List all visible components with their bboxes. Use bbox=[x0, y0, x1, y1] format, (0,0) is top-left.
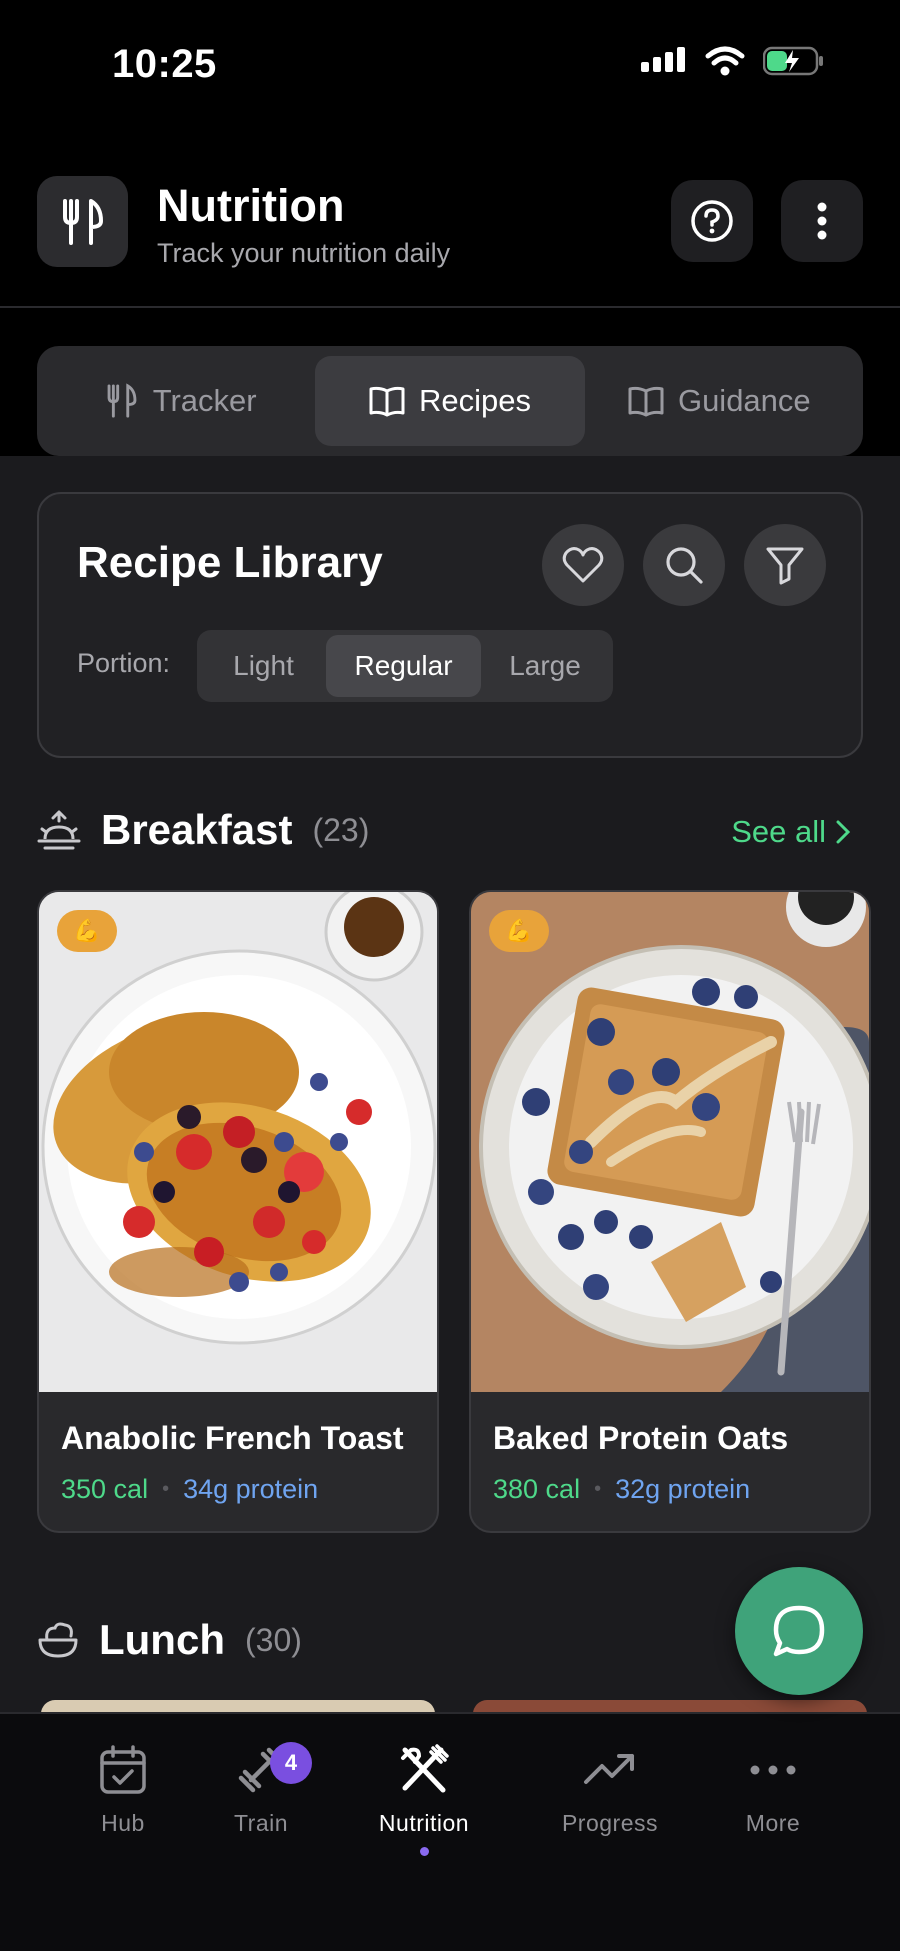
lunch-recipe-preview[interactable] bbox=[41, 1700, 435, 1712]
chat-fab-button[interactable] bbox=[735, 1567, 863, 1695]
breakfast-title: Breakfast bbox=[101, 806, 293, 853]
recipe-protein: 32g protein bbox=[615, 1474, 751, 1504]
nav-hub-label: Hub bbox=[101, 1810, 145, 1836]
section-tabs-bar: Tracker Recipes Guidance bbox=[0, 310, 900, 456]
filter-icon bbox=[766, 547, 804, 585]
app-header: Nutrition Track your nutrition daily bbox=[0, 130, 900, 308]
more-vertical-icon bbox=[817, 202, 827, 240]
tab-recipes-label: Recipes bbox=[418, 383, 531, 418]
separator-dot: • bbox=[594, 1478, 602, 1500]
utensils-icon bbox=[107, 383, 137, 418]
fork-knife-crossed-icon bbox=[401, 1744, 449, 1793]
high-protein-badge: 💪 bbox=[57, 910, 117, 952]
recipe-protein: 34g protein bbox=[183, 1474, 319, 1504]
page-title: Nutrition bbox=[157, 180, 345, 231]
breakfast-section-header: Breakfast (23) bbox=[37, 806, 369, 854]
tab-guidance-label: Guidance bbox=[677, 383, 811, 418]
more-options-button[interactable] bbox=[781, 180, 863, 262]
portion-selector: Light Regular Large bbox=[197, 630, 613, 702]
chat-bubble-icon bbox=[773, 1605, 825, 1657]
recipe-name: Anabolic French Toast bbox=[61, 1420, 404, 1456]
favorites-button[interactable] bbox=[542, 524, 624, 606]
breakfast-see-all-link[interactable]: See all bbox=[731, 814, 850, 850]
salad-bowl-icon bbox=[38, 1622, 78, 1658]
tab-recipes[interactable]: Recipes bbox=[315, 356, 585, 446]
filter-button[interactable] bbox=[744, 524, 826, 606]
more-horizontal-icon bbox=[750, 1765, 796, 1775]
recipes-content[interactable]: Recipe Library Portion: Light Regular La… bbox=[0, 456, 900, 1712]
book-icon bbox=[628, 386, 664, 417]
nav-more-label: More bbox=[745, 1810, 801, 1836]
recipe-meta: 350 cal • 34g protein bbox=[61, 1474, 318, 1505]
recipe-calories: 350 cal bbox=[61, 1474, 149, 1504]
nav-nutrition[interactable]: Nutrition bbox=[349, 1744, 499, 1856]
recipe-card-baked-protein-oats[interactable]: 💪 Baked Protein Oats 380 cal • 32g prote… bbox=[469, 890, 871, 1533]
nav-train-label: Train bbox=[233, 1810, 289, 1836]
status-time: 10:25 bbox=[112, 42, 217, 86]
nav-more[interactable]: More bbox=[698, 1744, 848, 1837]
book-icon bbox=[369, 386, 405, 417]
nav-progress-label: Progress bbox=[561, 1810, 659, 1836]
search-icon bbox=[666, 547, 703, 584]
section-tabs: Tracker Recipes Guidance bbox=[37, 346, 863, 456]
portion-large[interactable]: Large bbox=[481, 635, 609, 697]
page-subtitle: Track your nutrition daily bbox=[157, 238, 451, 268]
calendar-check-icon bbox=[100, 1745, 146, 1794]
tab-tracker[interactable]: Tracker bbox=[46, 356, 315, 446]
portion-light[interactable]: Light bbox=[201, 635, 326, 697]
recipe-library-card: Recipe Library Portion: Light Regular La… bbox=[37, 492, 863, 758]
separator-dot: • bbox=[162, 1478, 170, 1500]
lunch-recipe-preview[interactable] bbox=[473, 1700, 867, 1712]
help-button[interactable] bbox=[671, 180, 753, 262]
recipe-meta: 380 cal • 32g protein bbox=[493, 1474, 750, 1505]
breakfast-count: (23) bbox=[312, 811, 370, 848]
sunrise-icon bbox=[37, 810, 81, 850]
help-circle-icon bbox=[691, 200, 733, 242]
portion-label: Portion: bbox=[77, 648, 171, 678]
utensils-icon bbox=[62, 198, 103, 245]
lunch-title: Lunch bbox=[99, 1616, 225, 1663]
high-protein-badge: 💪 bbox=[489, 910, 549, 952]
search-button[interactable] bbox=[643, 524, 725, 606]
nav-train[interactable]: Train 4 bbox=[186, 1742, 336, 1837]
lunch-section-header: Lunch (30) bbox=[37, 1616, 302, 1664]
nav-hub[interactable]: Hub bbox=[48, 1744, 198, 1837]
french-toast-image bbox=[39, 892, 437, 1392]
nav-progress[interactable]: Progress bbox=[535, 1744, 685, 1837]
recipe-name: Baked Protein Oats bbox=[493, 1420, 789, 1456]
trending-up-icon bbox=[584, 1754, 634, 1784]
heart-icon bbox=[562, 547, 604, 583]
portion-regular[interactable]: Regular bbox=[326, 635, 481, 697]
see-all-label: See all bbox=[731, 814, 826, 849]
train-notification-badge: 4 bbox=[270, 1742, 312, 1784]
baked-oats-image bbox=[471, 892, 869, 1392]
tab-tracker-label: Tracker bbox=[152, 383, 257, 418]
lunch-count: (30) bbox=[244, 1621, 302, 1658]
status-icons bbox=[641, 46, 825, 76]
cellular-signal-icon bbox=[641, 47, 685, 72]
chevron-right-icon bbox=[836, 820, 850, 844]
tab-guidance[interactable]: Guidance bbox=[585, 356, 854, 446]
active-indicator-dot bbox=[419, 1847, 429, 1856]
recipe-card-french-toast[interactable]: 💪 Anabolic French Toast 350 cal • 34g pr… bbox=[37, 890, 439, 1533]
recipe-calories: 380 cal bbox=[493, 1474, 581, 1504]
status-bar: 10:25 bbox=[0, 0, 900, 130]
wifi-icon bbox=[705, 46, 745, 76]
nav-nutrition-label: Nutrition bbox=[378, 1810, 470, 1836]
bottom-navigation: Hub Train 4 Nutrition Progress More bbox=[0, 1712, 900, 1951]
recipe-library-title: Recipe Library bbox=[77, 538, 383, 587]
nutrition-app-icon bbox=[37, 176, 128, 267]
battery-charging-icon bbox=[763, 46, 823, 76]
